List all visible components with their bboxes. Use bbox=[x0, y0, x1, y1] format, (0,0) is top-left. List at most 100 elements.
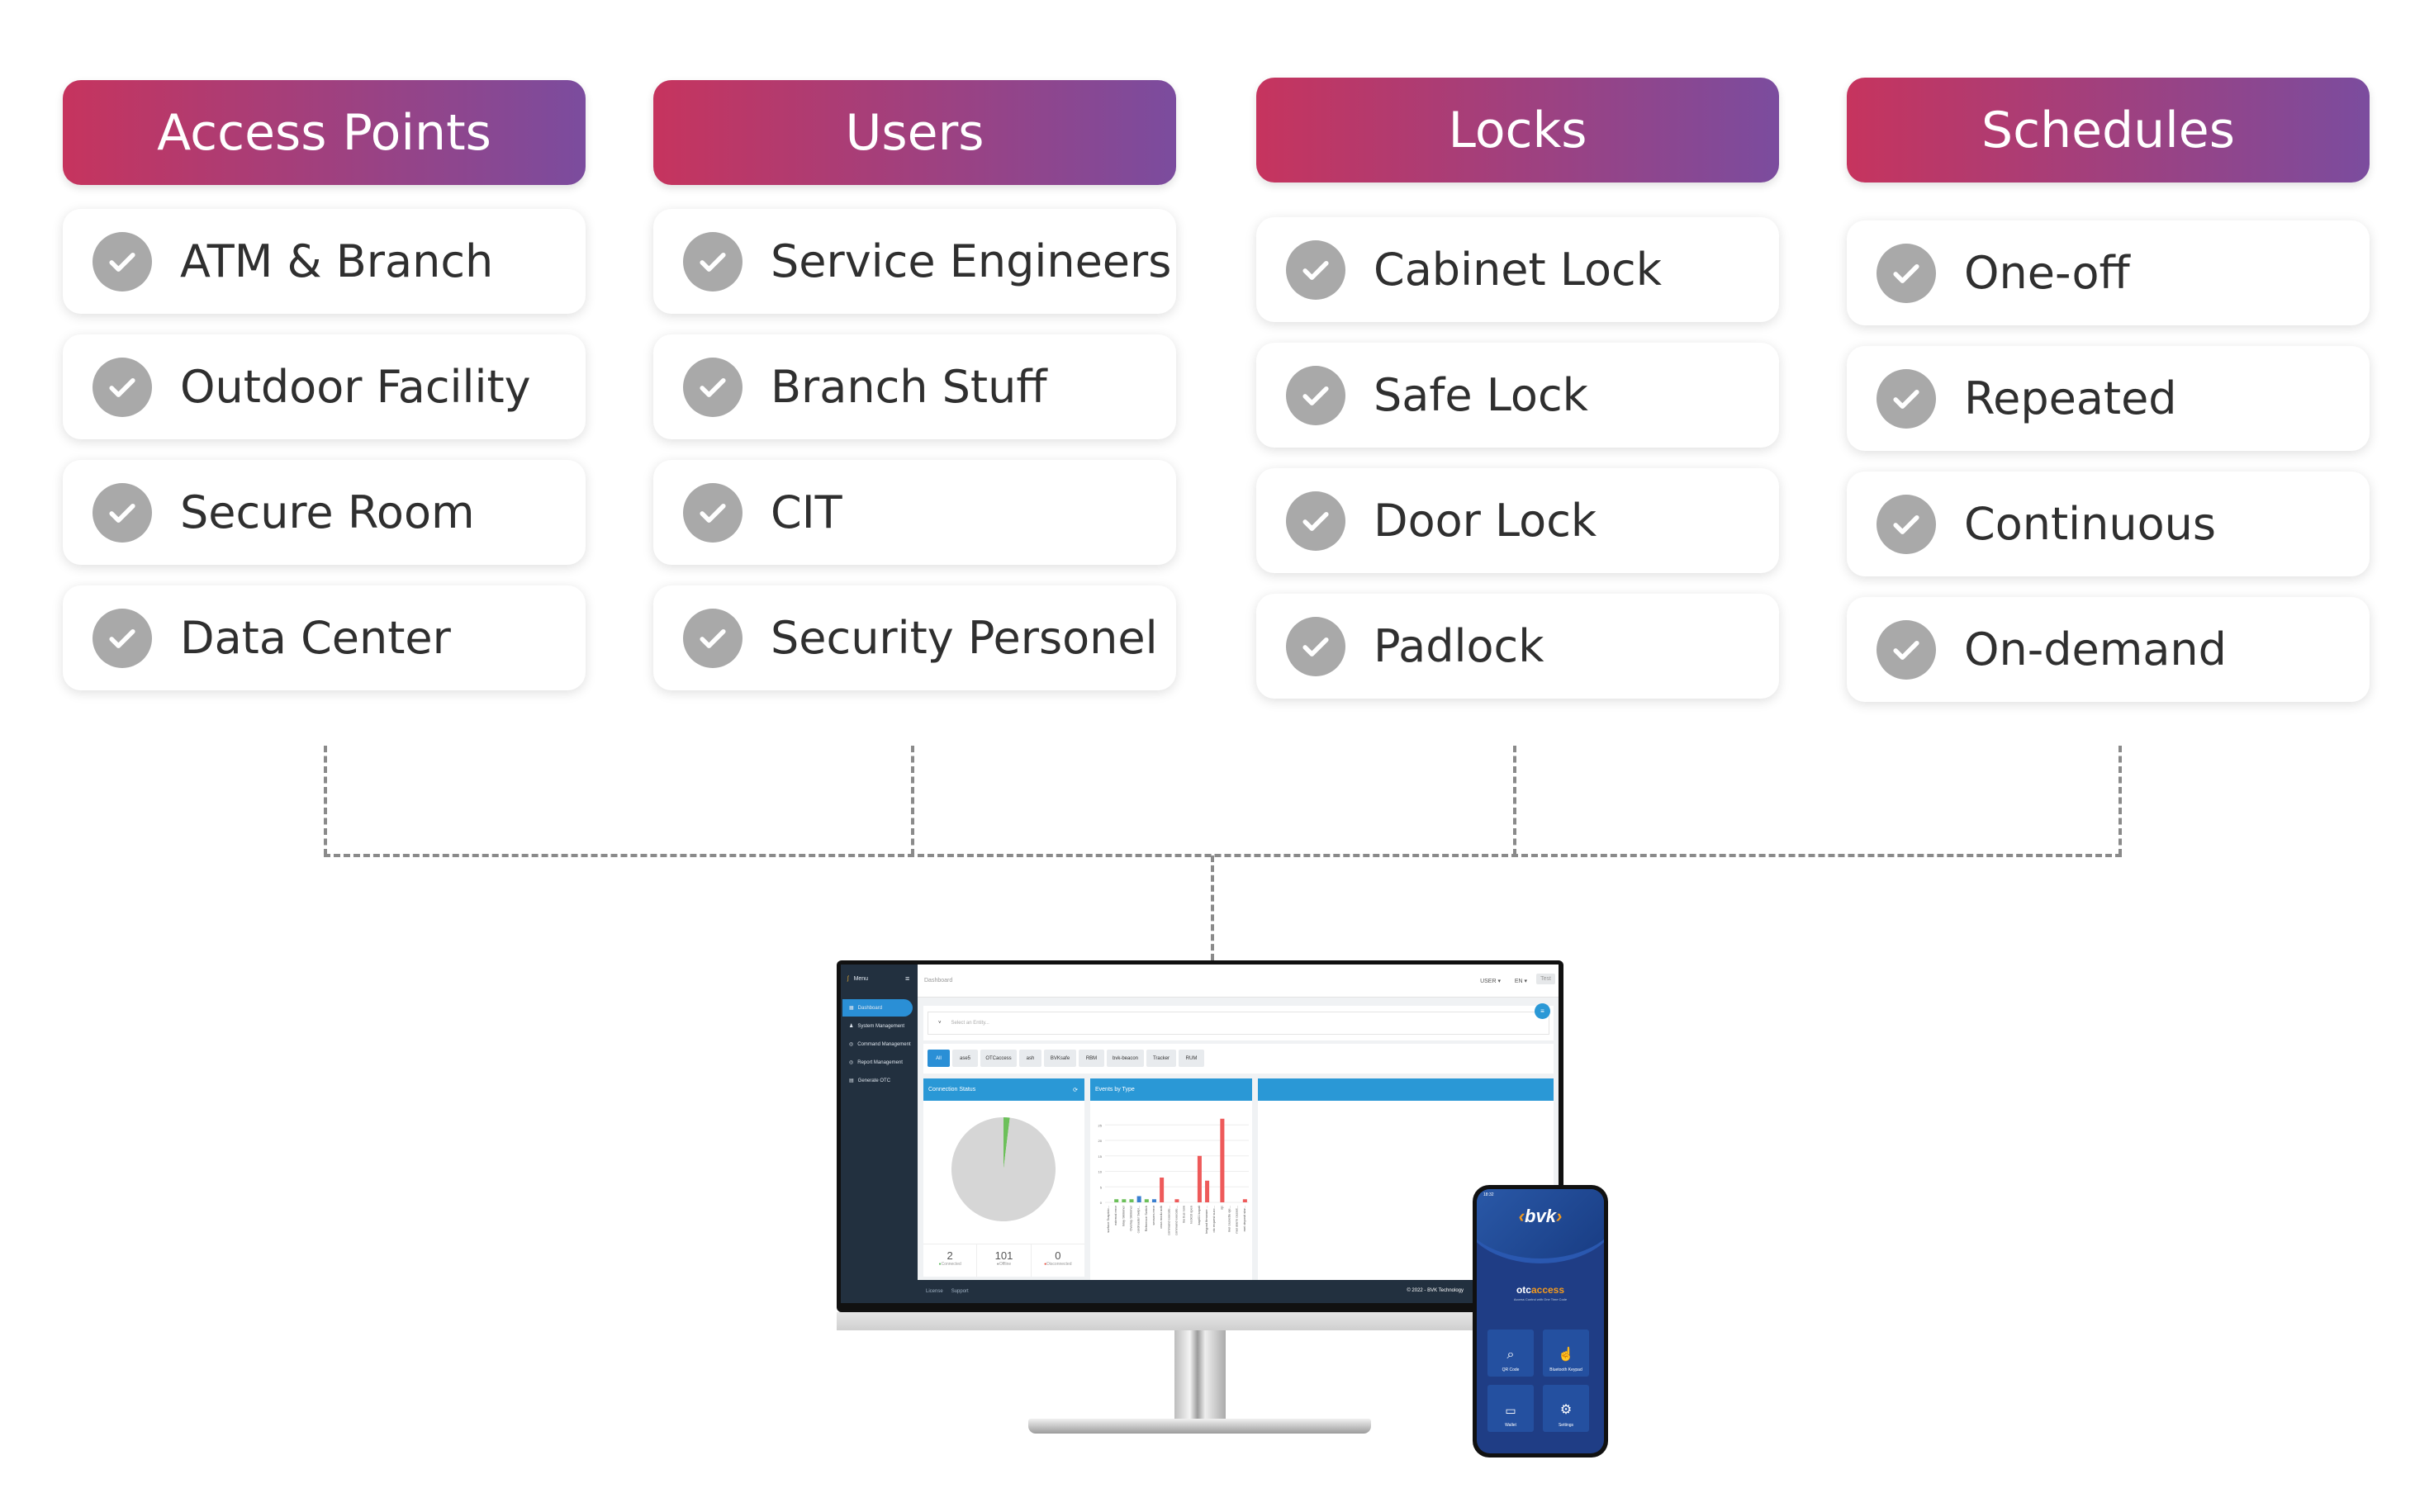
footer: License Support © 2022 - BVK Technology bbox=[918, 1280, 1559, 1303]
x-tick-label: cardreader Swipi... bbox=[1136, 1206, 1141, 1233]
chevron-down-icon: ˅ bbox=[938, 1021, 942, 1026]
stat-offline: 101 ●Offline bbox=[976, 1244, 1030, 1277]
filter-bvksafe[interactable]: BVKsafe bbox=[1044, 1050, 1076, 1067]
feature-label: On-demand bbox=[1964, 623, 2227, 675]
column-header: Access Points bbox=[63, 80, 586, 185]
feature-label: Safe Lock bbox=[1374, 369, 1588, 421]
bluetooth-keypad-tile[interactable]: ☝ Bluetooth Keypad bbox=[1543, 1330, 1589, 1377]
feature-label: Cabinet Lock bbox=[1374, 244, 1662, 296]
feature-label: ATM & Branch bbox=[180, 235, 494, 287]
x-tick-label: keypad firmware ... bbox=[1204, 1206, 1208, 1234]
check-circle-icon bbox=[1286, 491, 1345, 551]
qr-search-icon: ⌕ bbox=[1506, 1348, 1515, 1362]
support-link[interactable]: Support bbox=[951, 1289, 969, 1294]
sidebar-item-command-management[interactable]: ◎ Command Management bbox=[842, 1036, 913, 1053]
app-tagline: Access Control with One Time Code bbox=[1513, 1297, 1568, 1301]
sidebar-item-dashboard[interactable]: ▦ Dashboard bbox=[842, 999, 913, 1017]
panel-title: Events by Type bbox=[1095, 1087, 1135, 1093]
sidebar-icon: ♟ bbox=[849, 1024, 854, 1029]
bar bbox=[1220, 1118, 1225, 1202]
bar bbox=[1136, 1196, 1141, 1202]
feature-label: Repeated bbox=[1964, 372, 2177, 424]
top-bar: Dashboard USER ▾ EN ▾ Test bbox=[918, 965, 1559, 998]
feature-item: On-demand bbox=[1847, 597, 2370, 702]
feature-item: Branch Stuff bbox=[653, 334, 1176, 439]
filter-all[interactable]: All bbox=[928, 1050, 950, 1067]
feature-item: Data Center bbox=[63, 585, 586, 690]
feature-label: Padlock bbox=[1374, 620, 1544, 672]
panel-title: Connection Status bbox=[928, 1087, 976, 1093]
wallet-icon: ▭ bbox=[1505, 1404, 1516, 1417]
feature-label: Door Lock bbox=[1374, 495, 1597, 547]
sidebar-icon: ▤ bbox=[849, 1078, 854, 1083]
y-tick-label: 15 bbox=[1098, 1154, 1103, 1159]
filter-rum[interactable]: RUM bbox=[1179, 1050, 1204, 1067]
bar bbox=[1122, 1199, 1127, 1202]
feature-label: One-off bbox=[1964, 247, 2130, 299]
feature-label: Secure Room bbox=[180, 486, 475, 538]
license-link[interactable]: License bbox=[926, 1289, 943, 1294]
check-circle-icon bbox=[93, 231, 152, 291]
bar bbox=[1242, 1199, 1247, 1202]
settings-tile[interactable]: ⚙ Settings bbox=[1543, 1385, 1589, 1432]
feature-label: Security Personel bbox=[771, 612, 1158, 664]
filter-tracker[interactable]: Tracker bbox=[1146, 1050, 1176, 1067]
feature-label: Service Engineers bbox=[771, 235, 1172, 287]
column-header: Locks bbox=[1256, 78, 1779, 182]
feature-label: Branch Stuff bbox=[771, 361, 1047, 413]
check-circle-icon bbox=[1286, 365, 1345, 425]
bar bbox=[1160, 1178, 1165, 1202]
feature-label: Continuous bbox=[1964, 498, 2216, 550]
test-button[interactable]: Test bbox=[1536, 974, 1555, 984]
connector bbox=[2118, 746, 2122, 856]
x-tick-label: mei cassette eje... bbox=[1227, 1206, 1231, 1232]
feature-item: Security Personel bbox=[653, 585, 1176, 690]
sidebar-icon: ▦ bbox=[849, 1006, 854, 1011]
user-menu[interactable]: USER ▾ bbox=[1480, 978, 1501, 984]
y-tick-label: 5 bbox=[1100, 1185, 1103, 1189]
check-circle-icon bbox=[93, 482, 152, 543]
column-header: Users bbox=[653, 80, 1176, 185]
page-title: Dashboard bbox=[924, 978, 953, 984]
qr-code-tile[interactable]: ⌕ QR Code bbox=[1487, 1330, 1534, 1377]
check-circle-icon bbox=[683, 231, 743, 291]
filter-ash[interactable]: ash bbox=[1019, 1050, 1041, 1067]
language-menu[interactable]: EN ▾ bbox=[1515, 978, 1527, 984]
sidebar-item-report-management[interactable]: ◎ Report Management bbox=[842, 1054, 913, 1071]
sidebar-item-generate-otc[interactable]: ▤ Generate OTC bbox=[842, 1072, 913, 1089]
bar bbox=[1197, 1155, 1202, 1202]
connector bbox=[1513, 746, 1516, 856]
feature-item: Outdoor Facility bbox=[63, 334, 586, 439]
logo-icon: ʃ bbox=[847, 976, 849, 982]
filter-bvk-beacon[interactable]: bvk-beacon bbox=[1107, 1050, 1144, 1067]
check-circle-icon bbox=[1877, 243, 1936, 303]
feature-item: Door Lock bbox=[1256, 468, 1779, 573]
x-tick-label: mei alarm casset... bbox=[1235, 1206, 1239, 1234]
filter-rbm[interactable]: RBM bbox=[1079, 1050, 1104, 1067]
wallet-tile[interactable]: ▭ Wallet bbox=[1487, 1385, 1534, 1432]
filter-button[interactable]: ≡ bbox=[1535, 1003, 1550, 1019]
filter-bar: All ase5 OTCaccess ash BVKsafe RBM bvk-beacon T… bbox=[923, 1044, 1554, 1074]
filter-ase5[interactable]: ase5 bbox=[952, 1050, 978, 1067]
filter-otcaccess[interactable]: OTCaccess bbox=[980, 1050, 1017, 1067]
bar bbox=[1129, 1199, 1134, 1202]
feature-item: Service Engineers bbox=[653, 209, 1176, 314]
check-circle-icon bbox=[1877, 619, 1936, 680]
y-tick-label: 0 bbox=[1100, 1201, 1103, 1205]
hamburger-icon[interactable]: ≡ bbox=[905, 974, 909, 983]
entity-select[interactable]: ˅ Select an Entity... bbox=[928, 1012, 1549, 1035]
x-tick-label: ojc bbox=[1219, 1206, 1223, 1210]
y-tick-label: 25 bbox=[1098, 1123, 1103, 1127]
status-time: 18:32 bbox=[1483, 1192, 1494, 1197]
phone: 18:32 ‹bvk› otcaccess Access Control wit… bbox=[1473, 1185, 1608, 1457]
connector bbox=[324, 746, 327, 856]
monitor-base bbox=[1028, 1419, 1371, 1434]
refresh-icon[interactable]: ⟳ bbox=[1073, 1087, 1078, 1093]
keypad-hand-icon: ☝ bbox=[1558, 1348, 1574, 1362]
menu-label: Menu bbox=[853, 976, 869, 982]
monitor-stand bbox=[1174, 1330, 1226, 1421]
monitor: ʃ Menu ≡ ▦ Dashboard ♟ System Management ◎ Co… bbox=[837, 960, 1563, 1312]
feature-item: Continuous bbox=[1847, 472, 2370, 576]
sidebar-item-system-management[interactable]: ♟ System Management bbox=[842, 1017, 913, 1035]
connection-status-panel: Connection Status ⟳ 2 ●Connected 101 ●Offlin… bbox=[923, 1078, 1084, 1277]
